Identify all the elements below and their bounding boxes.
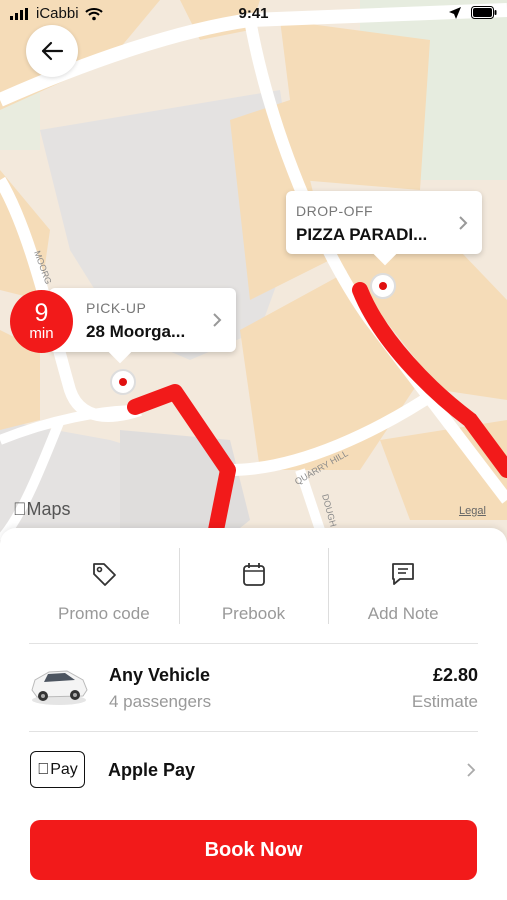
vehicle-option[interactable]: Any Vehicle 4 passengers £2.80 Estimate — [29, 654, 478, 730]
legal-link[interactable]: Legal — [459, 505, 486, 517]
apple-logo-icon:  — [13, 499, 27, 519]
book-now-button[interactable]: Book Now — [30, 820, 477, 880]
add-note-button[interactable]: Add Note — [328, 548, 478, 644]
car-icon — [31, 670, 88, 705]
maps-provider-label: Maps — [13, 499, 71, 519]
status-right — [449, 6, 497, 19]
apple-pay-badge: Pay — [30, 751, 85, 788]
price-estimate-label: Estimate — [411, 692, 478, 711]
vehicle-passengers: 4 passengers — [109, 692, 212, 711]
apple-pay-badge-text: Pay — [44, 760, 78, 778]
prebook-button[interactable]: Prebook — [179, 548, 329, 644]
dropoff-address: PIZZA PARADI... — [296, 225, 428, 244]
dropoff-callout[interactable]: DROP-OFF PIZZA PARADI... — [286, 191, 482, 254]
pickup-callout[interactable]: PICK-UP 28 Moorga... — [49, 288, 236, 352]
eta-number: 9 — [34, 299, 49, 327]
vehicle-price: £2.80 — [432, 665, 478, 685]
back-button[interactable] — [26, 25, 78, 77]
location-arrow-icon — [449, 6, 461, 19]
apple-logo-icon:  — [37, 761, 49, 779]
promo-code-label: Promo code — [58, 604, 150, 623]
pickup-label: PICK-UP — [86, 300, 147, 316]
eta-unit: min — [29, 325, 54, 342]
divider — [328, 548, 329, 624]
divider — [179, 548, 180, 624]
arrow-left-icon — [41, 41, 64, 61]
chevron-right-icon — [213, 313, 222, 327]
pickup-address: 28 Moorga... — [86, 322, 186, 341]
chevron-right-icon — [467, 763, 476, 777]
divider — [29, 643, 478, 644]
vehicle-name: Any Vehicle — [109, 665, 211, 685]
promo-code-button[interactable]: Promo code — [29, 548, 179, 644]
divider — [29, 731, 478, 732]
maps-logo: Maps — [13, 499, 71, 520]
dropoff-label: DROP-OFF — [296, 203, 374, 219]
tag-icon — [92, 563, 116, 586]
eta-badge: 9 min — [10, 290, 73, 353]
calendar-icon — [242, 563, 265, 586]
status-time: 9:41 — [238, 5, 269, 22]
chevron-right-icon — [459, 215, 468, 230]
payment-label: Apple Pay — [108, 760, 196, 780]
map[interactable]: QUARRY HILL MOORG DOUGH iCabbi 9:41 DROP… — [0, 0, 507, 560]
status-bar: iCabbi 9:41 — [0, 0, 507, 28]
map-canvas: QUARRY HILL MOORG DOUGH — [0, 0, 507, 560]
action-row: Promo code Prebook Add Note — [29, 548, 478, 644]
note-icon — [392, 563, 415, 585]
prebook-label: Prebook — [221, 604, 286, 623]
booking-sheet: Promo code Prebook Add Note Any Vehicle … — [0, 528, 507, 900]
add-note-label: Add Note — [367, 604, 439, 623]
battery-icon — [471, 6, 497, 19]
payment-method[interactable]: Pay Apple Pay — [29, 742, 478, 802]
